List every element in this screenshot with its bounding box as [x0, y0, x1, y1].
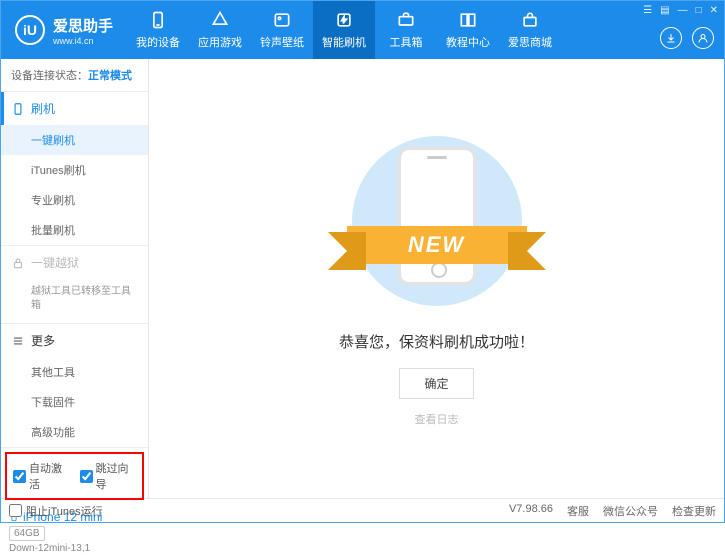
- jailbreak-note: 越狱工具已转移至工具箱: [1, 279, 148, 323]
- nav-apps-games[interactable]: 应用游戏: [189, 1, 251, 59]
- success-message: 恭喜您，保资料刷机成功啦！: [339, 331, 534, 352]
- sidebar-flash-header[interactable]: 刷机: [1, 92, 148, 125]
- app-title: 爱思助手: [53, 15, 113, 36]
- nav-tutorials[interactable]: 教程中心: [437, 1, 499, 59]
- nav-smart-flash[interactable]: 智能刷机: [313, 1, 375, 59]
- confirm-button[interactable]: 确定: [399, 368, 473, 399]
- toolbox-icon: [396, 10, 416, 30]
- logo: iU 爱思助手 www.i4.cn: [1, 15, 127, 46]
- main-content: NEW 恭喜您，保资料刷机成功啦！ 确定 查看日志: [149, 59, 724, 498]
- sidebar-item-batch-flash[interactable]: 批量刷机: [1, 215, 148, 245]
- close-icon[interactable]: ✕: [710, 5, 718, 16]
- options-highlight-box: 自动激活 跳过向导: [5, 452, 144, 500]
- settings-icon[interactable]: ▤: [660, 5, 669, 16]
- user-button[interactable]: [692, 27, 714, 49]
- block-itunes-checkbox[interactable]: 阻止iTunes运行: [9, 503, 103, 519]
- check-update-link[interactable]: 检查更新: [672, 503, 716, 519]
- phone-icon: [148, 10, 168, 30]
- sidebar: 设备连接状态：正常模式 刷机 一键刷机 iTunes刷机 专业刷机 批量刷机 一…: [1, 59, 149, 498]
- customer-service-link[interactable]: 客服: [567, 503, 589, 519]
- download-icon: [665, 32, 677, 44]
- nav-ringtone-wallpaper[interactable]: 铃声壁纸: [251, 1, 313, 59]
- sidebar-item-pro-flash[interactable]: 专业刷机: [1, 185, 148, 215]
- sidebar-item-itunes-flash[interactable]: iTunes刷机: [1, 155, 148, 185]
- wallpaper-icon: [272, 10, 292, 30]
- sidebar-item-oneclick-flash[interactable]: 一键刷机: [1, 125, 148, 155]
- skip-guide-checkbox[interactable]: 跳过向导: [80, 460, 137, 492]
- minimize-icon[interactable]: —: [678, 5, 688, 16]
- book-icon: [458, 10, 478, 30]
- version-label: V7.98.66: [509, 503, 553, 519]
- nav-store[interactable]: 爱思商城: [499, 1, 561, 59]
- sidebar-jailbreak-header[interactable]: 一键越狱: [1, 246, 148, 279]
- user-icon: [697, 32, 709, 44]
- download-button[interactable]: [660, 27, 682, 49]
- menu-icon[interactable]: ☰: [643, 5, 652, 16]
- flash-icon: [334, 10, 354, 30]
- lock-icon: [11, 256, 25, 270]
- view-log-link[interactable]: 查看日志: [415, 411, 459, 427]
- logo-icon: iU: [15, 15, 45, 45]
- app-header: iU 爱思助手 www.i4.cn 我的设备 应用游戏 铃声壁纸 智能刷机 工具…: [1, 1, 724, 59]
- window-controls: ☰ ▤ — □ ✕: [643, 5, 718, 16]
- sidebar-item-download-firmware[interactable]: 下载固件: [1, 387, 148, 417]
- store-icon: [520, 10, 540, 30]
- sidebar-item-other-tools[interactable]: 其他工具: [1, 357, 148, 387]
- sidebar-item-advanced[interactable]: 高级功能: [1, 417, 148, 447]
- device-status: 设备连接状态：正常模式: [1, 59, 148, 92]
- nav-toolbox[interactable]: 工具箱: [375, 1, 437, 59]
- app-url: www.i4.cn: [53, 36, 113, 46]
- device-capacity: 64GB: [9, 526, 45, 541]
- top-nav: 我的设备 应用游戏 铃声壁纸 智能刷机 工具箱 教程中心 爱思商城: [127, 1, 561, 59]
- device-model: Down-12mini-13,1: [9, 543, 140, 554]
- wechat-link[interactable]: 微信公众号: [603, 503, 658, 519]
- apps-icon: [210, 10, 230, 30]
- list-icon: [11, 334, 25, 348]
- auto-activate-checkbox[interactable]: 自动激活: [13, 460, 70, 492]
- sidebar-more-header[interactable]: 更多: [1, 324, 148, 357]
- phone-small-icon: [11, 102, 25, 116]
- success-illustration: NEW: [322, 131, 552, 311]
- new-ribbon: NEW: [347, 226, 527, 264]
- nav-my-device[interactable]: 我的设备: [127, 1, 189, 59]
- maximize-icon[interactable]: □: [696, 5, 702, 16]
